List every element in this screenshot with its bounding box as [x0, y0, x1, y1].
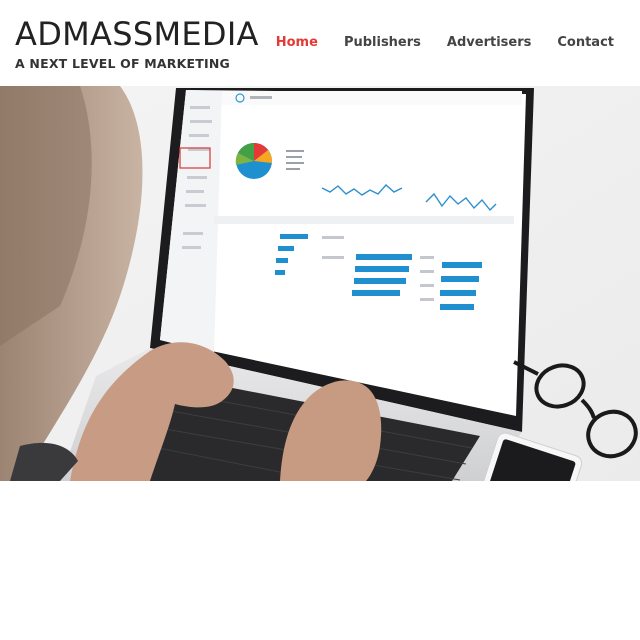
hero-banner	[0, 86, 640, 481]
blank-content-area	[0, 481, 640, 640]
brand-logo-text[interactable]: ADMASSMEDIA	[15, 14, 259, 54]
hero-image	[0, 86, 640, 481]
site-header: ADMASSMEDIA A NEXT LEVEL OF MARKETING Ho…	[0, 0, 640, 86]
main-nav: Home Publishers Advertisers Contact	[276, 34, 614, 52]
nav-home-link[interactable]: Home	[276, 34, 318, 52]
nav-advertisers-link[interactable]: Advertisers	[447, 34, 531, 52]
dashboard-table-header	[214, 216, 514, 224]
nav-publishers-link[interactable]: Publishers	[344, 34, 421, 52]
nav-contact-link[interactable]: Contact	[557, 34, 614, 52]
brand[interactable]: ADMASSMEDIA A NEXT LEVEL OF MARKETING	[15, 14, 259, 72]
dashboard-pie-chart	[235, 143, 273, 179]
brand-tagline: A NEXT LEVEL OF MARKETING	[15, 56, 230, 71]
